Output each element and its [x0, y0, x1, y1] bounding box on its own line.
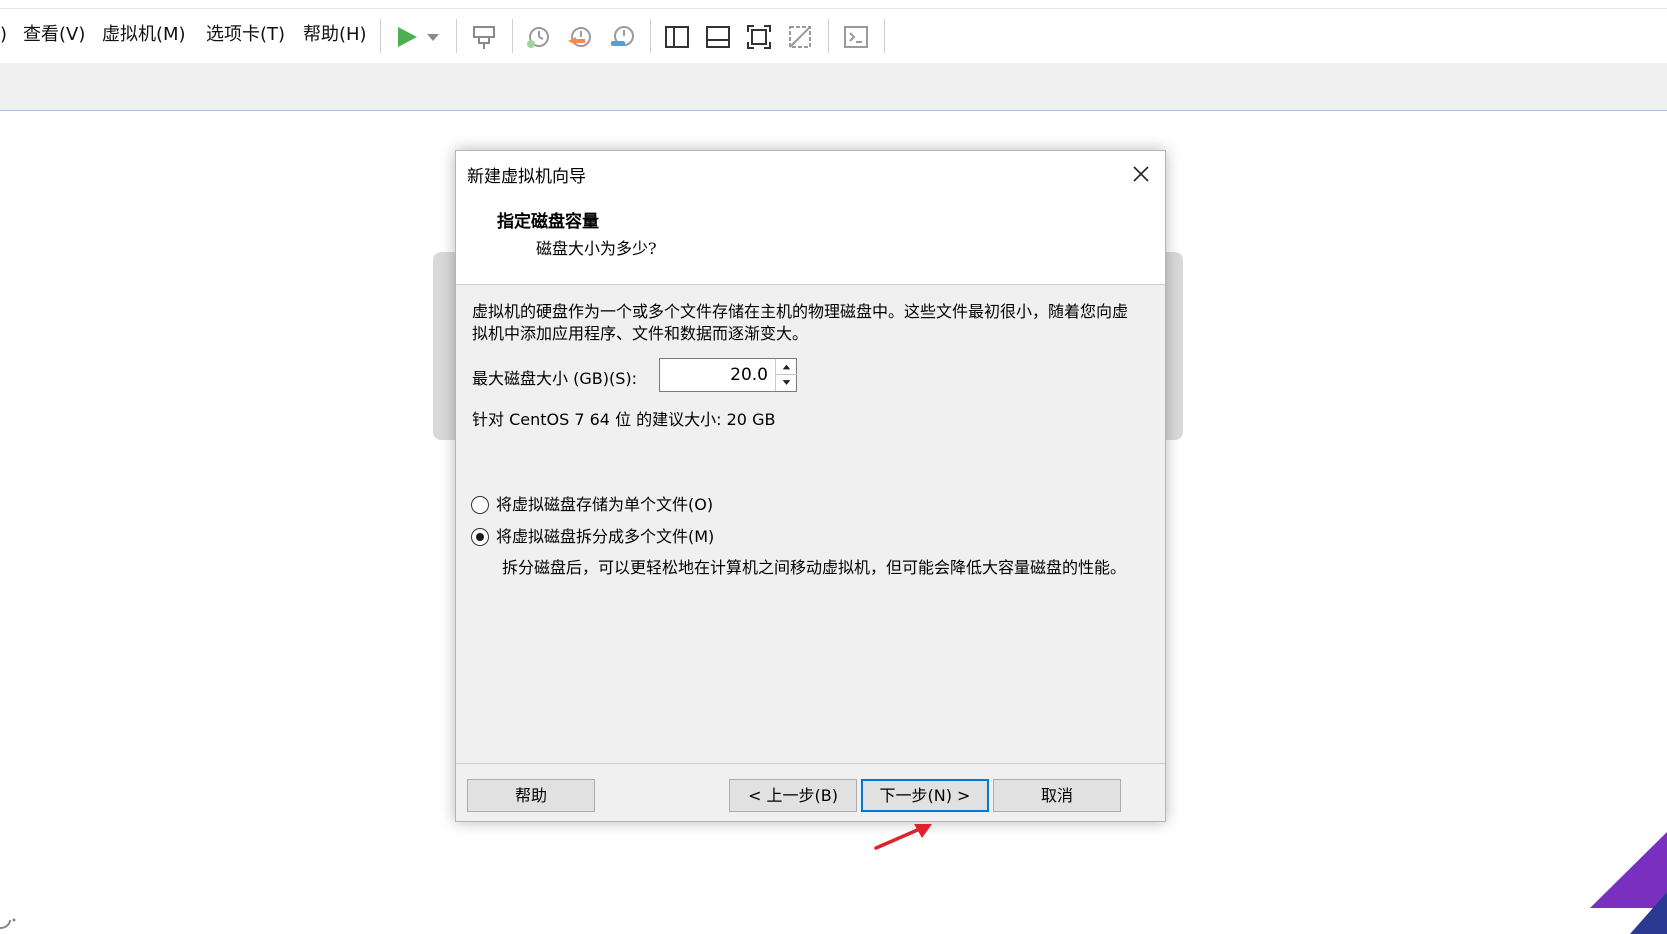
toolbar-separator: [456, 19, 457, 53]
max-disk-size-stepper[interactable]: [659, 358, 797, 392]
max-disk-size-input[interactable]: [660, 359, 772, 391]
dropdown-arrow-icon[interactable]: [424, 23, 442, 51]
dialog-title: 新建虚拟机向导: [467, 167, 586, 187]
max-disk-size-label: 最大磁盘大小 (GB)(S):: [472, 369, 637, 388]
decorative-corner-icon: [1590, 832, 1667, 934]
dialog-heading: 指定磁盘容量: [497, 212, 599, 232]
menu-bar: ) 查看(V) 虚拟机(M) 选项卡(T) 帮助(H): [0, 8, 1667, 64]
unity-icon[interactable]: [786, 23, 814, 51]
toolbar-separator: [650, 19, 651, 53]
disk-description: 虚拟机的硬盘作为一个或多个文件存储在主机的物理磁盘中。这些文件最初很小，随着您向…: [472, 302, 1129, 343]
cancel-button[interactable]: 取消: [993, 779, 1121, 812]
footer-divider: [456, 763, 1165, 764]
dialog-subheading: 磁盘大小为多少?: [536, 239, 657, 258]
partial-logo-icon: [0, 918, 16, 929]
radio-split-files-label[interactable]: 将虚拟磁盘拆分成多个文件(M): [496, 526, 714, 548]
full-screen-icon[interactable]: [745, 23, 773, 51]
menu-item-vm[interactable]: 虚拟机(M): [102, 21, 186, 49]
toolbar-separator: [828, 19, 829, 53]
spin-down-icon[interactable]: [775, 375, 797, 391]
send-keys-icon[interactable]: [470, 23, 498, 51]
toolbar-separator: [380, 19, 381, 53]
split-disk-note: 拆分磁盘后，可以更轻松地在计算机之间移动虚拟机，但可能会降低大容量磁盘的性能。: [502, 558, 1127, 577]
new-vm-wizard-dialog: 新建虚拟机向导 指定磁盘容量 磁盘大小为多少? 虚拟机的硬盘作为一个或多个文件存…: [455, 150, 1166, 822]
radio-single-file-label[interactable]: 将虚拟磁盘存储为单个文件(O): [496, 494, 713, 516]
dialog-header: 新建虚拟机向导 指定磁盘容量 磁盘大小为多少?: [456, 151, 1165, 285]
annotation-arrow-icon: [874, 824, 932, 850]
toolbar-separator: [884, 19, 885, 53]
play-icon[interactable]: [393, 23, 421, 51]
spin-up-icon[interactable]: [775, 359, 797, 375]
menu-item-tabs[interactable]: 选项卡(T): [206, 21, 285, 49]
snapshot-revert-icon[interactable]: [566, 23, 594, 51]
next-button[interactable]: 下一步(N) >: [861, 779, 989, 812]
recommended-size-text: 针对 CentOS 7 64 位 的建议大小: 20 GB: [472, 410, 776, 429]
snapshot-take-icon[interactable]: [524, 23, 552, 51]
back-button[interactable]: < 上一步(B): [729, 779, 857, 812]
close-icon[interactable]: [1128, 161, 1154, 187]
radio-single-file-control[interactable]: [471, 496, 489, 514]
menu-item-partial[interactable]: ): [0, 21, 7, 49]
menu-item-help[interactable]: 帮助(H): [303, 21, 367, 49]
toolbar-separator: [512, 19, 513, 53]
help-button[interactable]: 帮助: [467, 779, 595, 812]
sidebar-toggle-icon[interactable]: [663, 23, 691, 51]
menu-item-view[interactable]: 查看(V): [23, 21, 85, 49]
snapshot-manager-icon[interactable]: [608, 23, 636, 51]
radio-split-files-control[interactable]: [471, 528, 489, 546]
tab-strip: [0, 63, 1667, 111]
console-view-icon[interactable]: [842, 23, 870, 51]
thumbnail-bar-icon[interactable]: [704, 23, 732, 51]
